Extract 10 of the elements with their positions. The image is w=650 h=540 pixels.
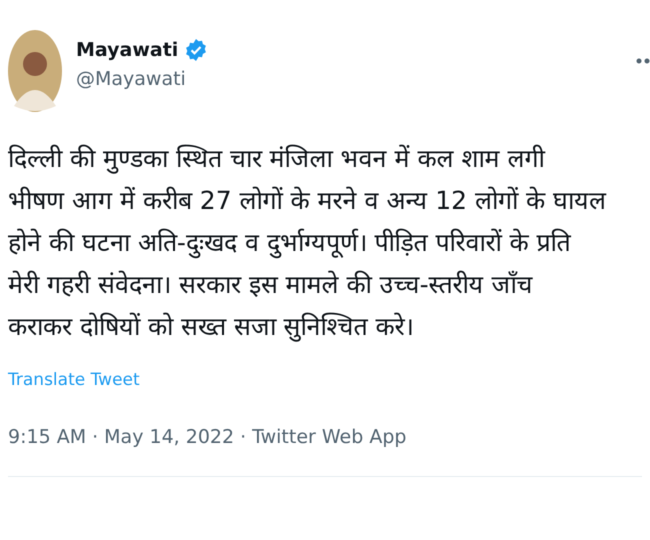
separator: · [240, 426, 246, 448]
tweet-text: दिल्ली की मुण्डका स्थित चार मंजिला भवन में कल शाम लगी भीषण आग में करीब 27 लोगों के मरने व अन्य 12 लोगों के घायल होने की घटना अति-दुःखद व दुर्भाग्यपूर्ण। पीड़ित परिवारों के प्रति मेरी गहरी संवेदना। सरकार इस मामले की उच्च-स्तरीय जाँच कराकर दोषियों को सख्त सजा सुनिश्चित करे। [8, 143, 606, 344]
separator: · [92, 426, 98, 448]
author-name[interactable]: Mayawati [76, 39, 178, 61]
avatar[interactable] [8, 30, 62, 112]
more-icon[interactable] [636, 58, 650, 64]
tweet-time[interactable]: 9:15 AM [8, 426, 86, 448]
author-handle[interactable]: @Mayawati [76, 68, 622, 90]
tweet-source[interactable]: Twitter Web App [252, 426, 406, 448]
tweet-date[interactable]: May 14, 2022 [104, 426, 234, 448]
